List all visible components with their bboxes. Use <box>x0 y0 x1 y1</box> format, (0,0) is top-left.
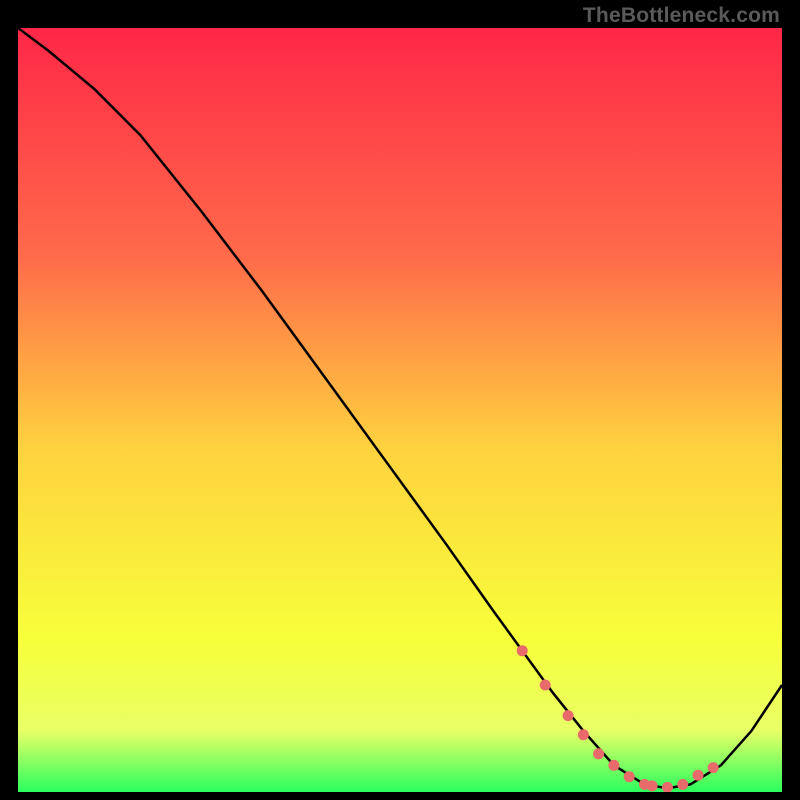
highlight-marker-dot <box>578 729 589 740</box>
highlight-marker-dot <box>693 770 704 781</box>
highlight-marker-dot <box>677 779 688 790</box>
highlight-marker-dot <box>608 760 619 771</box>
highlight-marker-dot <box>624 771 635 782</box>
bottleneck-chart <box>18 28 782 792</box>
highlight-marker-dot <box>540 680 551 691</box>
highlight-marker-dot <box>593 748 604 759</box>
watermark-text: TheBottleneck.com <box>583 4 780 28</box>
gradient-background <box>18 28 782 792</box>
chart-frame <box>18 28 782 792</box>
highlight-marker-dot <box>517 645 528 656</box>
highlight-marker-dot <box>563 710 574 721</box>
highlight-marker-dot <box>708 762 719 773</box>
highlight-marker-dot <box>647 780 658 791</box>
